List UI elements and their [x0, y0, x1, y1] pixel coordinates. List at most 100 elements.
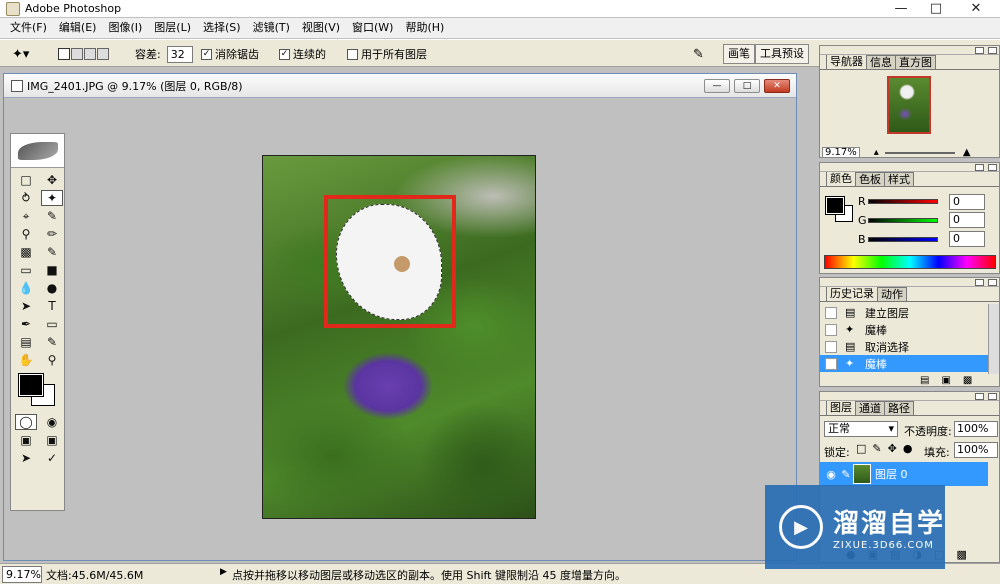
full-screen-mode-icon[interactable]: ▣ [41, 432, 63, 448]
history-brush-source-box[interactable] [825, 357, 837, 370]
channel-b-input[interactable]: 0 [949, 231, 985, 247]
marquee-tool-icon[interactable]: □ [15, 172, 37, 188]
eraser-tool-icon[interactable]: ▭ [15, 262, 37, 278]
history-item-current[interactable]: ✦ 魔棒 [820, 355, 988, 372]
notes-tool-icon[interactable]: ▤ [15, 334, 37, 350]
color-panel-foreground[interactable] [825, 196, 845, 215]
menu-filter[interactable]: 滤镜(T) [247, 18, 296, 38]
crop-tool-icon[interactable]: ⌖ [15, 208, 37, 224]
dodge-tool-icon[interactable]: ● [41, 280, 63, 296]
maximize-icon[interactable]: □ [916, 0, 956, 17]
panel-close-icon[interactable] [988, 164, 997, 171]
menu-image[interactable]: 图像(I) [102, 18, 148, 38]
clone-stamp-tool-icon[interactable]: ▩ [15, 244, 37, 260]
panel-minimize-icon[interactable] [975, 393, 984, 400]
layer-name[interactable]: 图层 0 [875, 466, 908, 482]
jump-to-imageready-icon[interactable]: ➤ [15, 450, 37, 466]
standard-mode-icon[interactable]: ◯ [15, 414, 37, 430]
subtract-from-selection-icon[interactable] [84, 48, 96, 60]
layer-row[interactable]: ◉ ✎ 图层 0 [820, 462, 988, 486]
delete-layer-icon[interactable]: ▩ [956, 548, 978, 561]
pen-tool-icon[interactable]: ✒ [15, 316, 37, 332]
palette-well-icon[interactable]: ✎ [693, 45, 704, 63]
panel-close-icon[interactable] [988, 393, 997, 400]
doc-close-icon[interactable]: ✕ [764, 79, 790, 93]
all-layers-checkbox[interactable] [347, 48, 358, 60]
menu-edit[interactable]: 编辑(E) [53, 18, 103, 38]
visibility-eye-icon[interactable]: ◉ [823, 468, 839, 481]
menu-help[interactable]: 帮助(H) [399, 18, 450, 38]
navigator-zoom-value[interactable]: 9.17% [822, 147, 860, 158]
history-brush-source-box[interactable] [825, 340, 837, 353]
tab-info[interactable]: 信息 [866, 55, 896, 69]
zoom-out-icon[interactable]: ▴ [874, 147, 879, 158]
tab-styles[interactable]: 样式 [884, 172, 914, 186]
tab-actions[interactable]: 动作 [877, 287, 907, 301]
channel-b-slider[interactable] [868, 237, 938, 242]
fill-input[interactable]: 100% [954, 442, 998, 458]
tab-histogram[interactable]: 直方图 [895, 55, 936, 69]
new-snapshot-icon[interactable]: ▣ [941, 375, 962, 386]
panel-minimize-icon[interactable] [975, 47, 984, 54]
channel-g-slider[interactable] [868, 218, 938, 223]
hand-tool-icon[interactable]: ✋ [15, 352, 37, 368]
status-doc-size[interactable]: 文档:45.6M/45.6M [46, 567, 143, 583]
lock-transparent-icon[interactable]: □ [856, 442, 872, 455]
foreground-color-swatch[interactable] [18, 373, 44, 397]
add-to-selection-icon[interactable] [71, 48, 83, 60]
type-tool-icon[interactable]: T [41, 298, 63, 314]
minimize-icon[interactable]: — [881, 0, 921, 17]
history-brush-tool-icon[interactable]: ✎ [41, 244, 63, 260]
tab-color[interactable]: 颜色 [826, 171, 856, 186]
color-spectrum-bar[interactable] [824, 255, 996, 269]
history-scrollbar[interactable] [988, 304, 999, 374]
antialias-checkbox[interactable]: ✓ [201, 48, 212, 60]
path-selection-tool-icon[interactable]: ➤ [15, 298, 37, 314]
magic-wand-tool-icon[interactable]: ✦ [41, 190, 63, 206]
tab-layers[interactable]: 图层 [826, 400, 856, 415]
screen-mode-icon[interactable]: ▣ [15, 432, 37, 448]
tab-channels[interactable]: 通道 [855, 401, 885, 415]
shape-tool-icon[interactable]: ▭ [41, 316, 63, 332]
history-item[interactable]: ▤ 建立图层 [820, 304, 988, 321]
channel-r-slider[interactable] [868, 199, 938, 204]
tab-paths[interactable]: 路径 [884, 401, 914, 415]
navigator-zoom-slider[interactable] [884, 151, 955, 154]
channel-r-input[interactable]: 0 [949, 194, 985, 210]
menu-view[interactable]: 视图(V) [296, 18, 346, 38]
navigator-thumbnail[interactable] [887, 76, 931, 134]
history-item[interactable]: ▤ 取消选择 [820, 338, 988, 355]
tolerance-input[interactable]: 32 [166, 45, 193, 63]
blur-tool-icon[interactable]: 💧 [15, 280, 37, 296]
quick-mask-mode-icon[interactable]: ◉ [41, 414, 63, 430]
intersect-selection-icon[interactable] [97, 48, 109, 60]
history-brush-source-box[interactable] [825, 323, 837, 336]
menu-file[interactable]: 文件(F) [4, 18, 53, 38]
panel-close-icon[interactable] [988, 47, 997, 54]
menu-select[interactable]: 选择(S) [197, 18, 247, 38]
contiguous-checkbox[interactable]: ✓ [279, 48, 290, 60]
tab-navigator[interactable]: 导航器 [826, 54, 867, 69]
zoom-in-icon[interactable]: ▲ [963, 147, 971, 158]
lock-position-icon[interactable]: ✥ [888, 442, 903, 455]
history-brush-source-box[interactable] [825, 306, 837, 319]
healing-brush-tool-icon[interactable]: ⚲ [15, 226, 37, 242]
tab-history[interactable]: 历史记录 [826, 286, 878, 301]
status-zoom-input[interactable]: 9.17% [2, 566, 42, 583]
lock-all-icon[interactable]: ● [903, 442, 919, 455]
edit-in-imageready-icon[interactable]: ✓ [41, 450, 63, 466]
slice-tool-icon[interactable]: ✎ [41, 208, 63, 224]
brush-link-icon[interactable]: ✎ [839, 468, 853, 481]
panel-close-icon[interactable] [988, 279, 997, 286]
gradient-tool-icon[interactable]: ■ [41, 262, 63, 278]
blend-mode-select[interactable]: 正常 ▾ [824, 421, 898, 437]
well-tab-brushes[interactable]: 画笔 [723, 44, 755, 64]
doc-maximize-icon[interactable]: □ [734, 79, 760, 93]
channel-g-input[interactable]: 0 [949, 212, 985, 228]
lasso-tool-icon[interactable]: ⥁ [15, 190, 37, 206]
panel-minimize-icon[interactable] [975, 164, 984, 171]
tab-swatches[interactable]: 色板 [855, 172, 885, 186]
tool-preset-picker-icon[interactable]: ✦▾ [12, 45, 29, 63]
doc-minimize-icon[interactable]: — [704, 79, 730, 93]
opacity-input[interactable]: 100% [954, 421, 998, 437]
